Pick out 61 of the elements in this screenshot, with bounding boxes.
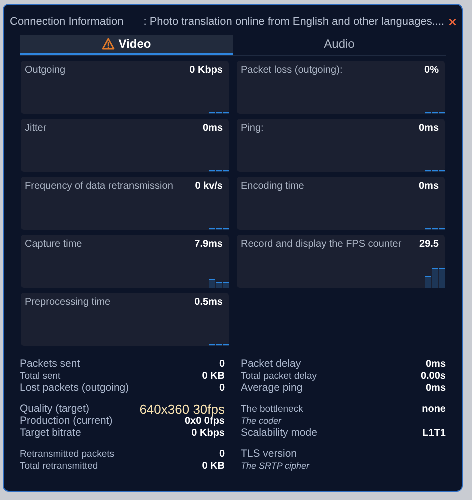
metric-value: 7.9ms bbox=[194, 239, 223, 250]
stat-label: Target bitrate bbox=[20, 427, 82, 439]
stat-value: 0 bbox=[219, 382, 225, 394]
stat-value: 0 Kbps bbox=[192, 428, 225, 438]
stat-label: The bottleneck bbox=[241, 404, 304, 414]
metric-label: Capture time bbox=[25, 239, 82, 250]
stat-label: The SRTP cipher bbox=[241, 461, 310, 471]
window-subtitle: : Photo translation online from English and other languages.... bbox=[144, 16, 445, 28]
metric-value: 0 kv/s bbox=[195, 181, 223, 192]
stat-value: 0 bbox=[219, 448, 225, 460]
stat-label: Total sent bbox=[20, 370, 61, 382]
metric-value: 0% bbox=[424, 65, 439, 76]
stat-value: 0 KB bbox=[202, 370, 225, 382]
sparkline-drawing bbox=[209, 279, 229, 288]
stat-value: 640x360 30fps bbox=[140, 402, 225, 416]
metric-value: 0ms bbox=[202, 123, 223, 134]
stat-value: L1T1 bbox=[422, 428, 446, 438]
stat-label: Packets sent bbox=[20, 358, 80, 370]
stat-value: none bbox=[422, 404, 446, 414]
metric-label: Ping: bbox=[241, 123, 264, 134]
sparkline-drawing bbox=[425, 170, 445, 172]
close-button[interactable]: × bbox=[448, 15, 457, 29]
stat-label: The coder bbox=[241, 416, 282, 426]
stat-value: 0x0 0fps bbox=[184, 416, 225, 426]
stat-value: 0 KB bbox=[202, 460, 225, 472]
tab[interactable]: Audio bbox=[233, 35, 446, 55]
stat-label: Packet delay bbox=[241, 358, 302, 370]
window-title: Connection Information bbox=[10, 16, 124, 28]
sparkline-drawing bbox=[209, 170, 229, 172]
tab[interactable]: Video bbox=[20, 35, 233, 55]
metric-value: 0.5ms bbox=[194, 297, 223, 308]
stat-label: Retransmitted packets bbox=[20, 448, 115, 460]
metric-value: 29.5 bbox=[420, 239, 439, 250]
stat-label: Average ping bbox=[241, 382, 303, 394]
sparkline-drawing bbox=[425, 112, 445, 114]
stat-label: Production (current) bbox=[20, 415, 113, 427]
stat-label: Quality (target) bbox=[20, 403, 90, 415]
stat-label: Total packet delay bbox=[241, 370, 318, 382]
stat-label: Lost packets (outgoing) bbox=[20, 382, 130, 394]
sparkline-drawing bbox=[209, 112, 229, 114]
stat-value: 0 bbox=[219, 358, 225, 370]
stat-value: 0ms bbox=[426, 358, 446, 370]
metric-label: Record and display the FPS counter bbox=[241, 239, 402, 250]
metric-label: Jitter bbox=[25, 123, 47, 134]
stat-value: 0.00s bbox=[420, 370, 446, 382]
stat-value: 0ms bbox=[426, 382, 446, 394]
metric-label: Outgoing bbox=[25, 65, 66, 76]
sparkline-drawing bbox=[209, 344, 229, 346]
metric-label: Preprocessing time bbox=[25, 297, 111, 308]
sparkline-drawing bbox=[209, 228, 229, 230]
metric-value: 0 Kbps bbox=[190, 65, 223, 76]
metric-value: 0ms bbox=[418, 181, 439, 192]
metric-value: 0ms bbox=[418, 123, 439, 134]
sparkline-drawing bbox=[425, 268, 445, 288]
stat-label: Total retransmitted bbox=[20, 460, 98, 472]
metric-label: Packet loss (outgoing): bbox=[241, 65, 343, 76]
metric-label: Encoding time bbox=[241, 181, 304, 192]
metric-label: Frequency of data retransmission bbox=[25, 181, 174, 192]
stat-label: TLS version bbox=[241, 448, 298, 460]
stat-label: Scalability mode bbox=[241, 427, 318, 439]
sparkline-drawing bbox=[425, 228, 445, 230]
